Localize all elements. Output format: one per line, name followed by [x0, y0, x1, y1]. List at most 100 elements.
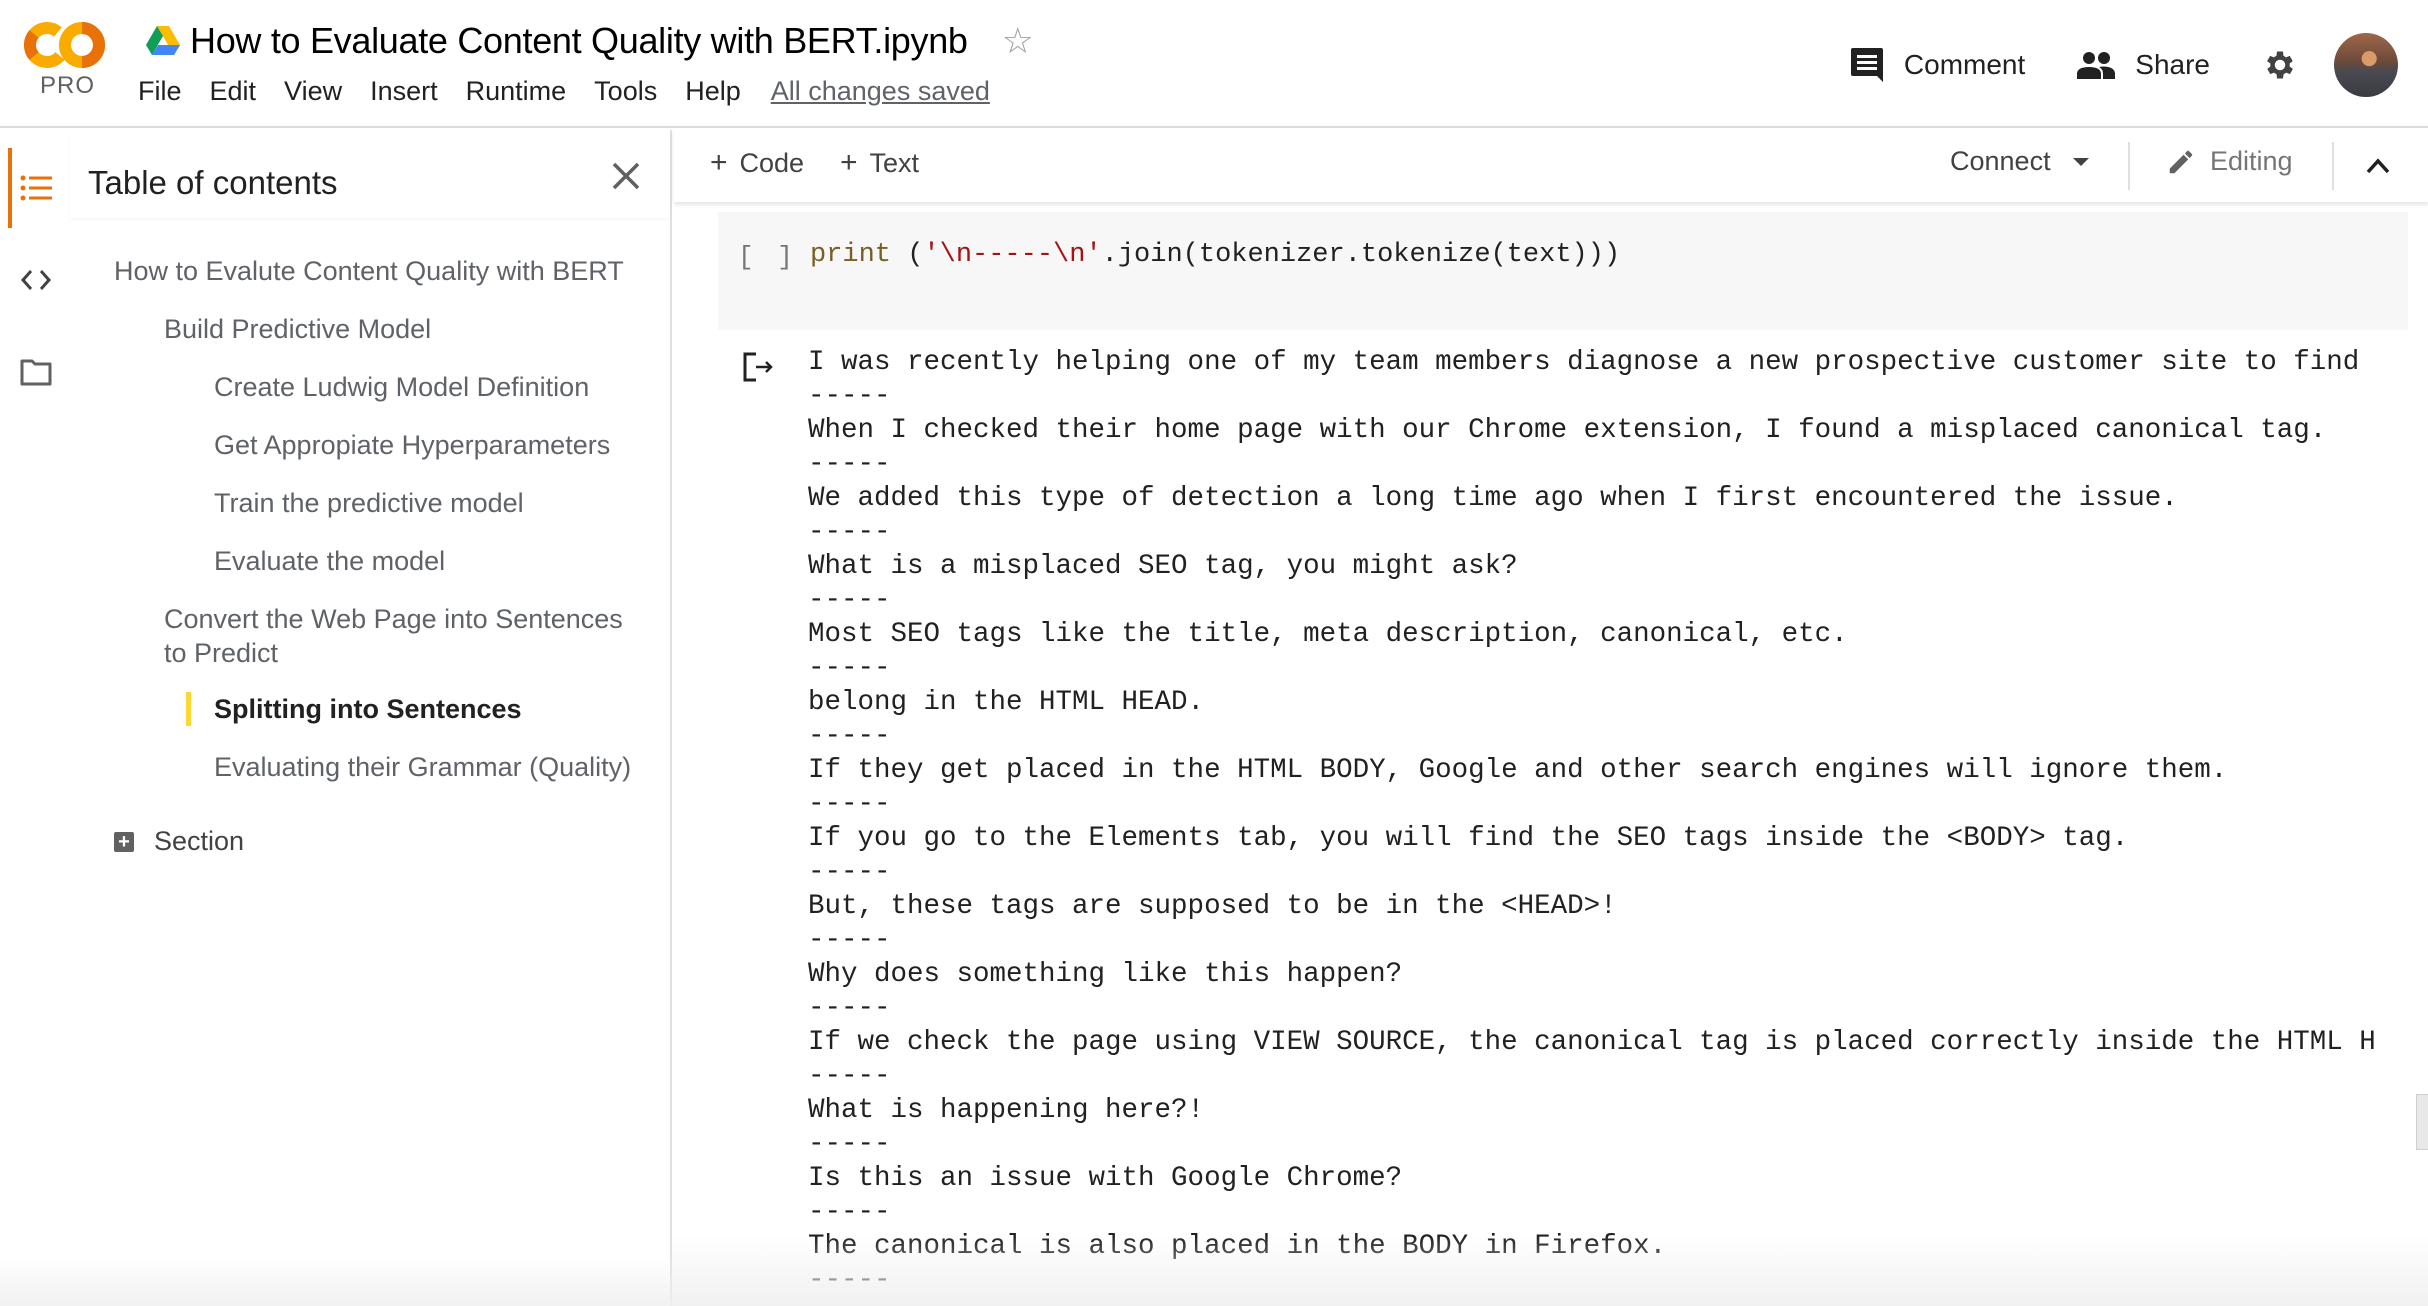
output-line: I was recently helping one of my team me… [808, 347, 2360, 378]
title-row: How to Evaluate Content Quality with BER… [146, 16, 1034, 66]
notebook-toolbar: + Code + Text Connect Editing [674, 130, 2428, 202]
code-text: .join(tokenizer.tokenize(text))) [1101, 240, 1621, 270]
menu-help[interactable]: Help [685, 76, 755, 107]
colab-logo[interactable]: PRO [24, 20, 108, 106]
toc-item-level2[interactable]: Build Predictive Model [164, 312, 431, 346]
header-actions: Comment Share [1850, 30, 2428, 100]
code-cell[interactable]: [ ] print ('\n-----\n'.join(tokenizer.to… [718, 212, 2408, 330]
menu-edit[interactable]: Edit [210, 76, 271, 107]
star-icon[interactable]: ☆ [1002, 23, 1034, 59]
plus-icon: + [840, 146, 858, 179]
output-separator: ----- [808, 1265, 891, 1296]
add-section-button[interactable]: + Section [114, 826, 244, 857]
cell-output: I was recently helping one of my team me… [808, 346, 2428, 1298]
code-editor[interactable]: print ('\n-----\n'.join(tokenizer.tokeni… [810, 240, 1620, 270]
people-icon [2077, 52, 2116, 79]
output-separator: ----- [808, 789, 891, 820]
toc-item-level3[interactable]: Train the predictive model [214, 486, 524, 520]
output-separator: ----- [808, 585, 891, 616]
folder-icon [20, 359, 52, 386]
pro-badge: PRO [40, 72, 96, 99]
menu-runtime[interactable]: Runtime [466, 76, 581, 107]
menu-insert[interactable]: Insert [370, 76, 452, 107]
toc-header: Table of contents [70, 130, 670, 218]
add-text-button[interactable]: + Text [840, 146, 919, 180]
output-separator: ----- [808, 1129, 891, 1160]
output-line: The canonical is also placed in the BODY… [808, 1231, 1667, 1262]
add-section-label: Section [154, 826, 245, 856]
comment-label: Comment [1903, 49, 2026, 80]
share-button[interactable]: Share [2077, 49, 2210, 81]
comment-button[interactable]: Comment [1850, 47, 2025, 83]
toc-item-level3[interactable]: Evaluating their Grammar (Quality) [214, 750, 631, 784]
clear-output-icon[interactable] [742, 350, 776, 384]
output-line: If they get placed in the HTML BODY, Goo… [808, 755, 2228, 786]
files-rail-button[interactable] [18, 354, 54, 390]
toc-rail-button[interactable] [18, 170, 54, 206]
output-separator: ----- [808, 449, 891, 480]
menu-bar: File Edit View Insert Runtime Tools Help… [138, 76, 990, 107]
toc-item-level3[interactable]: Get Appropiate Hyperparameters [214, 428, 610, 462]
code-snippets-rail-button[interactable] [18, 262, 54, 298]
output-separator: ----- [808, 381, 891, 412]
comment-icon [1850, 48, 1883, 82]
code-text: ( [891, 240, 924, 270]
output-separator: ----- [808, 1197, 891, 1228]
dropdown-caret-icon[interactable] [2072, 157, 2089, 166]
output-line: What is happening here?! [808, 1095, 1205, 1126]
add-code-label: Code [739, 147, 805, 178]
app-header: PRO How to Evaluate Content Quality with… [0, 0, 2428, 128]
output-line: If we check the page using VIEW SOURCE, … [808, 1027, 2376, 1058]
code-string: '\n-----\n' [923, 240, 1102, 270]
output-separator: ----- [808, 653, 891, 684]
output-line: But, these tags are supposed to be in th… [808, 891, 1617, 922]
menu-file[interactable]: File [138, 76, 196, 107]
output-line: Is this an issue with Google Chrome? [808, 1163, 1403, 1194]
editing-mode-button[interactable]: Editing [2166, 146, 2293, 177]
output-separator: ----- [808, 993, 891, 1024]
menu-view[interactable]: View [284, 76, 356, 107]
output-separator: ----- [808, 925, 891, 956]
google-drive-icon[interactable] [146, 26, 180, 56]
collapse-header-chevron-up-icon[interactable] [2360, 148, 2396, 184]
connect-label: Connect [1950, 146, 2051, 176]
toc-item-level2[interactable]: Convert the Web Page into Sentences to P… [164, 602, 644, 670]
output-separator: ----- [808, 1061, 891, 1092]
toc-title: Table of contents [88, 164, 338, 201]
toolbar-divider [2332, 142, 2334, 190]
add-code-button[interactable]: + Code [710, 146, 804, 180]
toc-item-level1[interactable]: How to Evalute Content Quality with BERT [114, 254, 624, 288]
editing-label: Editing [2210, 146, 2293, 176]
menu-tools[interactable]: Tools [594, 76, 671, 107]
table-of-contents-panel: Table of contents How to Evalute Content… [70, 130, 672, 1306]
toc-item-level3[interactable]: Create Ludwig Model Definition [214, 370, 589, 404]
table-of-contents-icon [20, 175, 52, 201]
output-separator: ----- [808, 517, 891, 548]
side-rail [0, 130, 70, 1306]
code-keyword: print [810, 240, 892, 270]
output-line: Why does something like this happen? [808, 959, 1403, 990]
user-avatar[interactable] [2334, 33, 2398, 97]
connect-button[interactable]: Connect [1950, 146, 2089, 177]
toc-item-level3[interactable]: Evaluate the model [214, 544, 445, 578]
output-line: belong in the HTML HEAD. [808, 687, 1205, 718]
rail-active-indicator [8, 148, 12, 228]
plus-box-icon: + [114, 831, 134, 852]
scrollbar-thumb[interactable] [2416, 1094, 2428, 1150]
run-cell-button[interactable]: [ ] [738, 242, 797, 272]
output-line: We added this type of detection a long t… [808, 483, 2178, 514]
toc-item-active[interactable]: Splitting into Sentences [214, 692, 522, 726]
colab-logo-icon [24, 22, 105, 68]
output-separator: ----- [808, 721, 891, 752]
notebook-area: [ ] print ('\n-----\n'.join(tokenizer.to… [674, 202, 2428, 1306]
toolbar-divider [2128, 142, 2130, 190]
output-line: What is a misplaced SEO tag, you might a… [808, 551, 1518, 582]
pencil-icon [2169, 150, 2193, 173]
save-status-link[interactable]: All changes saved [771, 76, 990, 107]
notebook-title[interactable]: How to Evaluate Content Quality with BER… [190, 20, 968, 62]
share-label: Share [2135, 49, 2210, 80]
settings-gear-icon[interactable] [2262, 47, 2298, 83]
add-text-label: Text [869, 147, 920, 178]
plus-icon: + [710, 146, 728, 179]
close-icon[interactable] [606, 156, 646, 196]
